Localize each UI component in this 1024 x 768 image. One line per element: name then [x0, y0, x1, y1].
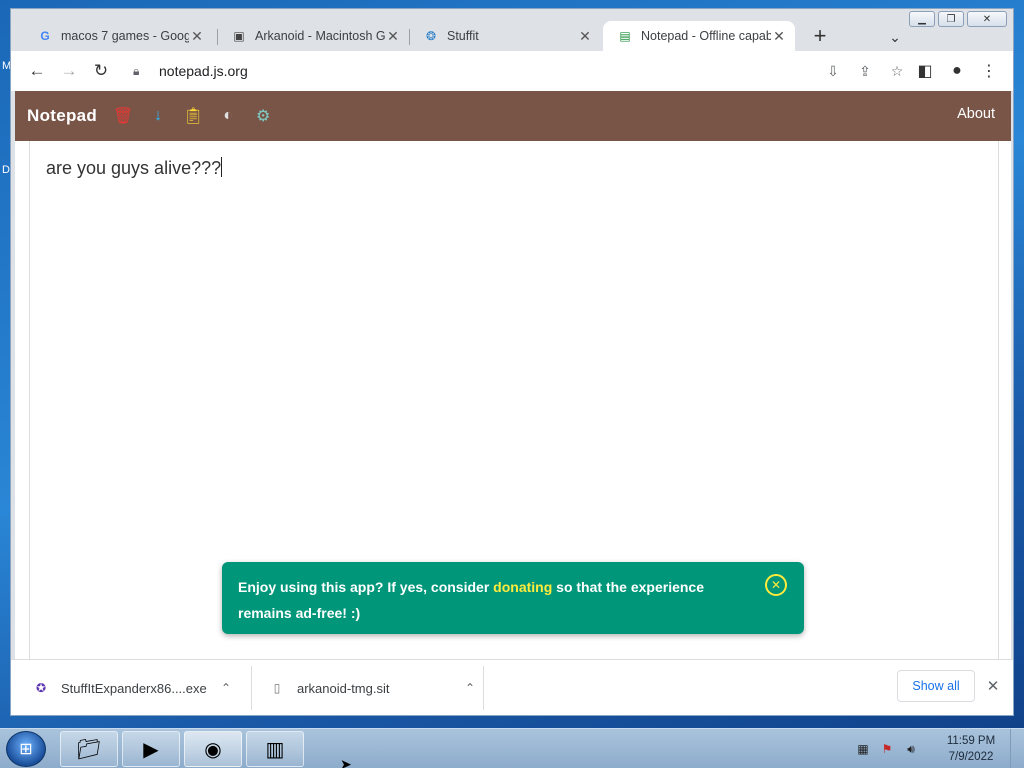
- install-app-icon[interactable]: ⇩: [821, 59, 845, 83]
- tab-notepad[interactable]: ▤ Notepad - Offline capable ✕: [603, 21, 795, 51]
- bookmark-star-icon[interactable]: ☆: [885, 59, 909, 83]
- url-text: notepad.js.org: [159, 63, 248, 79]
- system-tray: ▦ ⚑ 🔊︎ 11:59 PM 7/9/2022: [854, 729, 1024, 768]
- close-tab-icon[interactable]: ✕: [577, 28, 593, 45]
- download-filename: arkanoid-tmg.sit: [297, 680, 390, 696]
- download-item[interactable]: ▯ arkanoid-tmg.sit ⌃: [247, 660, 483, 716]
- close-tab-icon[interactable]: ✕: [385, 28, 401, 45]
- tab-macintosh-garden[interactable]: ▣ Arkanoid - Macintosh Garden ✕: [217, 21, 409, 51]
- stuffit-icon: ❂: [425, 29, 437, 43]
- notepad-icon: ▤: [619, 29, 631, 43]
- tab-stuffit[interactable]: ❂ Stuffit ✕: [409, 21, 601, 51]
- tab-title: Stuffit: [447, 29, 479, 43]
- close-tab-icon[interactable]: ✕: [771, 28, 787, 45]
- forward-arrow-icon[interactable]: →: [57, 59, 81, 83]
- action-center-flag-icon[interactable]: ⚑: [878, 742, 896, 756]
- delete-trash-icon[interactable]: 🗑︎: [111, 104, 135, 128]
- macintosh-garden-icon: ▣: [233, 29, 245, 43]
- taskbar: ⊞ 📁︎ ▶ ◉ ▥ ▦ ⚑ 🔊︎ 11:59 PM 7/9/2022: [0, 728, 1024, 768]
- close-download-bar-icon[interactable]: ✕: [983, 676, 1003, 696]
- close-toast-icon[interactable]: ✕: [765, 574, 787, 596]
- clock-date: 7/9/2022: [948, 751, 994, 763]
- address-bar-actions: ⇩ ⇪ ☆: [821, 59, 909, 83]
- download-bar: ✪ StuffItExpanderx86....exe ⌃ ▯ arkanoid…: [11, 659, 1013, 715]
- donate-link[interactable]: donating: [493, 579, 552, 595]
- chevron-up-icon[interactable]: ⌃: [221, 681, 235, 695]
- text-caret: [221, 157, 223, 177]
- settings-icon[interactable]: ⚙: [251, 104, 275, 128]
- google-icon: G: [40, 29, 50, 43]
- side-panel-icon[interactable]: ◧: [913, 59, 937, 83]
- stuffit-expander-icon: ✪: [35, 681, 47, 695]
- toast-text-before: Enjoy using this app? If yes, consider: [238, 579, 494, 595]
- download-separator: [483, 666, 484, 710]
- virtual-machine-taskbar-icon[interactable]: ▥: [246, 731, 304, 767]
- chrome-taskbar-icon[interactable]: ◉: [184, 731, 242, 767]
- network-icon[interactable]: ▦: [854, 742, 872, 756]
- browser-toolbar: ← → ↻ 🔒︎ notepad.js.org ⇩ ⇪ ☆ ◧ ● ⋮: [11, 51, 1013, 91]
- show-desktop-button[interactable]: [1010, 729, 1024, 768]
- theme-palette-icon[interactable]: ◐: [216, 104, 240, 128]
- tab-title: Notepad - Offline capable: [641, 29, 771, 43]
- clock-time: 11:59 PM: [946, 735, 996, 747]
- menu-kebab-icon[interactable]: ⋮: [977, 59, 1001, 83]
- start-button[interactable]: ⊞: [6, 731, 46, 767]
- volume-icon[interactable]: 🔊︎: [902, 742, 920, 757]
- reload-icon[interactable]: ↻: [89, 59, 113, 83]
- download-arrow-icon[interactable]: ↓: [146, 104, 170, 128]
- notepad-app: Notepad 🗑︎ ↓ 📋︎ ◐ ⚙ About are you guys a…: [15, 91, 1011, 659]
- address-bar[interactable]: 🔒︎ notepad.js.org ⇩ ⇪ ☆: [123, 55, 915, 87]
- show-all-downloads-button[interactable]: Show all: [897, 670, 975, 702]
- tab-search-chevron-icon[interactable]: ⌄: [883, 25, 907, 49]
- about-link[interactable]: About: [957, 106, 995, 122]
- clipboard-icon[interactable]: 📋︎: [181, 104, 205, 128]
- share-icon[interactable]: ⇪: [853, 59, 877, 83]
- tab-title: Arkanoid - Macintosh Garden: [255, 29, 385, 43]
- clock[interactable]: 11:59 PM 7/9/2022: [936, 733, 1006, 765]
- tab-google-search[interactable]: G macos 7 games - Google Search ✕: [23, 21, 213, 51]
- editor-text: are you guys alive???: [46, 158, 222, 178]
- app-brand[interactable]: Notepad: [27, 106, 97, 126]
- donation-toast: Enjoy using this app? If yes, consider d…: [222, 562, 804, 634]
- file-icon: ▯: [273, 681, 281, 695]
- profile-avatar-icon[interactable]: ●: [945, 59, 969, 83]
- media-player-taskbar-icon[interactable]: ▶: [122, 731, 180, 767]
- app-header: Notepad 🗑︎ ↓ 📋︎ ◐ ⚙ About: [15, 91, 1011, 141]
- tab-title: macos 7 games - Google Search: [61, 29, 189, 43]
- download-item[interactable]: ✪ StuffItExpanderx86....exe ⌃: [11, 660, 249, 716]
- close-tab-icon[interactable]: ✕: [189, 28, 205, 45]
- desktop-icon-label: D: [2, 164, 10, 176]
- browser-window: ▁ ❐ ✕ G macos 7 games - Google Search ✕ …: [10, 8, 1014, 716]
- lock-icon[interactable]: 🔒︎: [133, 64, 147, 79]
- tab-strip: G macos 7 games - Google Search ✕ ▣ Arka…: [11, 21, 1013, 51]
- chevron-up-icon[interactable]: ⌃: [465, 681, 479, 695]
- back-arrow-icon[interactable]: ←: [25, 59, 49, 83]
- download-filename: StuffItExpanderx86....exe: [61, 680, 207, 696]
- file-explorer-taskbar-icon[interactable]: 📁︎: [60, 731, 118, 767]
- new-tab-button[interactable]: +: [807, 23, 833, 49]
- mouse-cursor-icon: ➤: [340, 756, 352, 768]
